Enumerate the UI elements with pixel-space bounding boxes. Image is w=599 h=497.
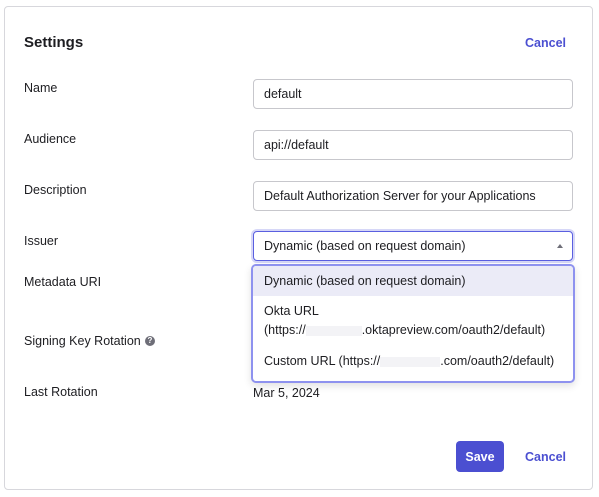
description-label: Description bbox=[24, 183, 87, 197]
last-rotation-value: Mar 5, 2024 bbox=[253, 386, 320, 400]
redacted-text bbox=[380, 356, 441, 367]
url-prefix: (https:// bbox=[264, 323, 306, 337]
page-title: Settings bbox=[24, 34, 84, 51]
url-suffix: .oktapreview.com/oauth2/default) bbox=[361, 323, 546, 337]
last-rotation-label: Last Rotation bbox=[24, 385, 98, 399]
cancel-link-top[interactable]: Cancel bbox=[525, 36, 566, 50]
info-icon[interactable]: ? bbox=[145, 336, 155, 346]
issuer-option-dynamic[interactable]: Dynamic (based on request domain) bbox=[253, 266, 573, 296]
issuer-selected-value: Dynamic (based on request domain) bbox=[264, 239, 466, 253]
audience-input[interactable]: api://default bbox=[253, 130, 573, 160]
issuer-select[interactable]: Dynamic (based on request domain) bbox=[253, 231, 573, 261]
issuer-option-okta-url[interactable]: Okta URL (https:// .oktapreview.com/oauth… bbox=[253, 302, 573, 342]
audience-label: Audience bbox=[24, 132, 77, 146]
issuer-label: Issuer bbox=[24, 234, 59, 248]
issuer-dropdown-menu: Dynamic (based on request domain) Okta U… bbox=[251, 264, 575, 383]
save-button[interactable]: Save bbox=[456, 441, 504, 472]
issuer-option-label: Dynamic (based on request domain) bbox=[264, 274, 466, 288]
caret-up-icon bbox=[557, 244, 563, 248]
description-input[interactable]: Default Authorization Server for your Ap… bbox=[253, 181, 573, 211]
issuer-option-custom-url[interactable]: Custom URL (https:// .com/oauth2/default) bbox=[253, 350, 573, 372]
metadata-uri-label: Metadata URI bbox=[24, 275, 102, 289]
url-prefix: Custom URL (https:// bbox=[264, 354, 381, 368]
signing-key-rotation-label: Signing Key Rotation bbox=[24, 334, 141, 348]
name-label: Name bbox=[24, 81, 58, 95]
cancel-link-bottom[interactable]: Cancel bbox=[525, 450, 566, 464]
redacted-text bbox=[305, 325, 362, 336]
name-input[interactable]: default bbox=[253, 79, 573, 109]
issuer-option-label: Okta URL bbox=[264, 304, 319, 318]
url-suffix: .com/oauth2/default) bbox=[440, 354, 555, 368]
issuer-option-url: (https:// .oktapreview.com/oauth2/default… bbox=[264, 321, 573, 340]
